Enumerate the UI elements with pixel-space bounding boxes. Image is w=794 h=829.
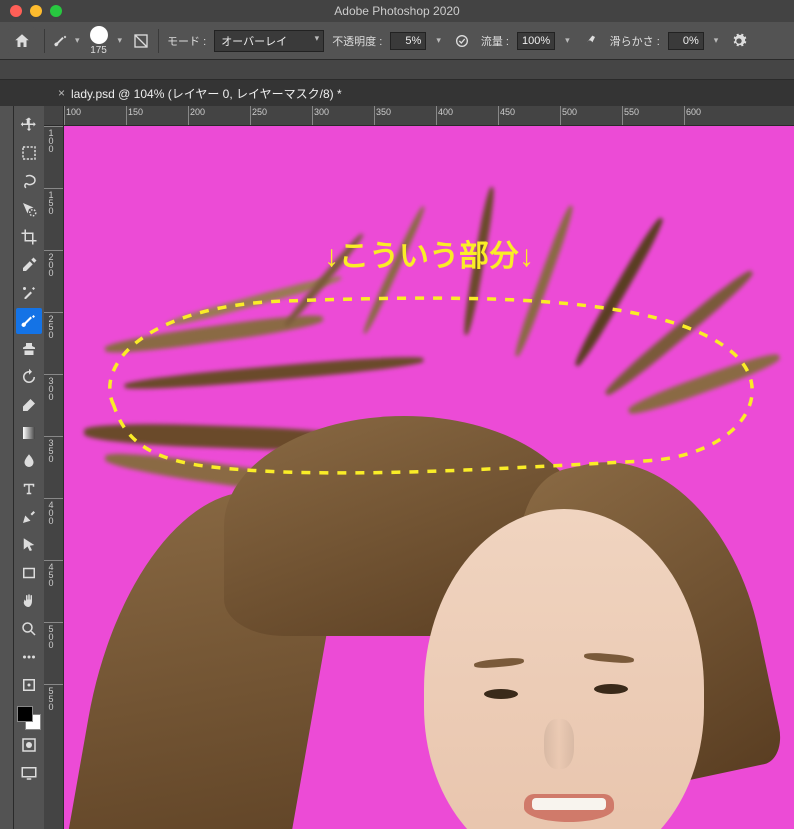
vertical-ruler[interactable]: 100150200250300350400450500550 — [44, 126, 64, 829]
ruler-tick: 200 — [188, 106, 250, 125]
move-tool[interactable] — [16, 112, 42, 138]
canvas-area: 100150200250300350400450500550600 100150… — [44, 106, 794, 829]
brush-icon — [53, 33, 69, 49]
document-tab[interactable]: × lady.psd @ 104% (レイヤー 0, レイヤーマスク/8) * — [48, 80, 352, 106]
ruler-tick: 250 — [44, 312, 63, 374]
opacity-input[interactable]: 5% — [390, 32, 426, 50]
smoothing-input[interactable]: 0% — [668, 32, 704, 50]
traffic-lights — [0, 5, 62, 17]
close-window-button[interactable] — [10, 5, 22, 17]
ruler-tick: 200 — [44, 250, 63, 312]
lasso-tool[interactable] — [16, 168, 42, 194]
tab-close-button[interactable]: × — [58, 86, 65, 100]
document-tab-bar: × lady.psd @ 104% (レイヤー 0, レイヤーマスク/8) * — [0, 80, 794, 106]
ruler-tick: 300 — [312, 106, 374, 125]
ruler-tick: 150 — [44, 188, 63, 250]
rectangle-tool[interactable] — [16, 560, 42, 586]
history-brush-tool[interactable] — [16, 364, 42, 390]
ruler-origin[interactable] — [44, 106, 64, 126]
tools-panel — [14, 106, 44, 829]
zoom-tool[interactable] — [16, 616, 42, 642]
maximize-window-button[interactable] — [50, 5, 62, 17]
annotation-text: ↓こういう部分↓ — [324, 231, 534, 275]
chevron-down-icon[interactable]: ▾ — [116, 35, 125, 46]
clone-stamp-tool[interactable] — [16, 336, 42, 362]
blur-tool[interactable] — [16, 448, 42, 474]
ruler-tick: 250 — [250, 106, 312, 125]
ruler-tick: 600 — [684, 106, 746, 125]
panel-strip — [0, 106, 14, 829]
annotation-dashed-outline — [84, 286, 764, 486]
brush-preview-dot — [90, 26, 108, 44]
ruler-tick: 300 — [44, 374, 63, 436]
quick-select-tool[interactable] — [16, 196, 42, 222]
ruler-tick: 500 — [560, 106, 622, 125]
app-title: Adobe Photoshop 2020 — [334, 4, 459, 18]
foreground-color[interactable] — [17, 706, 33, 722]
image-content: ↓こういう部分↓ — [64, 126, 794, 829]
tool-preset-picker[interactable]: ▾ — [53, 33, 82, 49]
gradient-tool[interactable] — [16, 420, 42, 446]
brush-settings-button[interactable] — [132, 32, 150, 50]
window-titlebar: Adobe Photoshop 2020 — [0, 0, 794, 22]
ruler-tick: 450 — [498, 106, 560, 125]
marquee-tool[interactable] — [16, 140, 42, 166]
chevron-down-icon[interactable]: ▾ — [712, 35, 721, 46]
ruler-tick: 550 — [622, 106, 684, 125]
ellipsis-button[interactable] — [16, 644, 42, 670]
eyedropper-tool[interactable] — [16, 252, 42, 278]
eraser-tool[interactable] — [16, 392, 42, 418]
edit-toolbar-button[interactable] — [16, 672, 42, 698]
ruler-tick: 400 — [436, 106, 498, 125]
type-tool[interactable] — [16, 476, 42, 502]
gear-icon — [731, 33, 747, 49]
ruler-tick: 550 — [44, 684, 63, 746]
horizontal-ruler[interactable]: 100150200250300350400450500550600 — [64, 106, 794, 126]
blend-mode-dropdown[interactable]: オーバーレイ — [214, 30, 324, 52]
ruler-tick: 350 — [374, 106, 436, 125]
pen-tool[interactable] — [16, 504, 42, 530]
brush-size-label: 175 — [90, 45, 107, 56]
minimize-window-button[interactable] — [30, 5, 42, 17]
tab-title: lady.psd @ 104% (レイヤー 0, レイヤーマスク/8) * — [71, 85, 342, 102]
ruler-tick: 400 — [44, 498, 63, 560]
path-select-tool[interactable] — [16, 532, 42, 558]
screen-mode-button[interactable] — [16, 760, 42, 786]
sub-toolbar — [0, 60, 794, 80]
home-button[interactable] — [8, 27, 36, 55]
flow-label: 流量 : — [481, 33, 509, 49]
opacity-label: 不透明度 : — [332, 33, 382, 49]
healing-brush-tool[interactable] — [16, 280, 42, 306]
quick-mask-button[interactable] — [16, 732, 42, 758]
ruler-tick: 150 — [126, 106, 188, 125]
crop-tool[interactable] — [16, 224, 42, 250]
settings-gear-button[interactable] — [728, 30, 750, 52]
ruler-tick: 350 — [44, 436, 63, 498]
options-bar: ▾ 175 ▾ モード : オーバーレイ 不透明度 : 5% ▾ 流量 : 10… — [0, 22, 794, 60]
color-swatches[interactable] — [17, 706, 41, 730]
ruler-tick: 100 — [64, 106, 126, 125]
hand-tool[interactable] — [16, 588, 42, 614]
ruler-tick: 500 — [44, 622, 63, 684]
chevron-down-icon[interactable]: ▾ — [434, 35, 443, 46]
mode-label: モード : — [167, 33, 206, 49]
pressure-opacity-button[interactable] — [451, 30, 473, 52]
brush-tool[interactable] — [16, 308, 42, 334]
chevron-down-icon[interactable]: ▾ — [563, 35, 572, 46]
ruler-tick: 100 — [44, 126, 63, 188]
flow-input[interactable]: 100% — [517, 32, 555, 50]
chevron-down-icon: ▾ — [73, 35, 82, 46]
smoothing-label: 滑らかさ : — [610, 33, 660, 49]
airbrush-button[interactable] — [580, 30, 602, 52]
brush-preset-picker[interactable]: 175 — [90, 26, 108, 56]
document-canvas[interactable]: ↓こういう部分↓ — [64, 126, 794, 829]
ruler-tick: 450 — [44, 560, 63, 622]
